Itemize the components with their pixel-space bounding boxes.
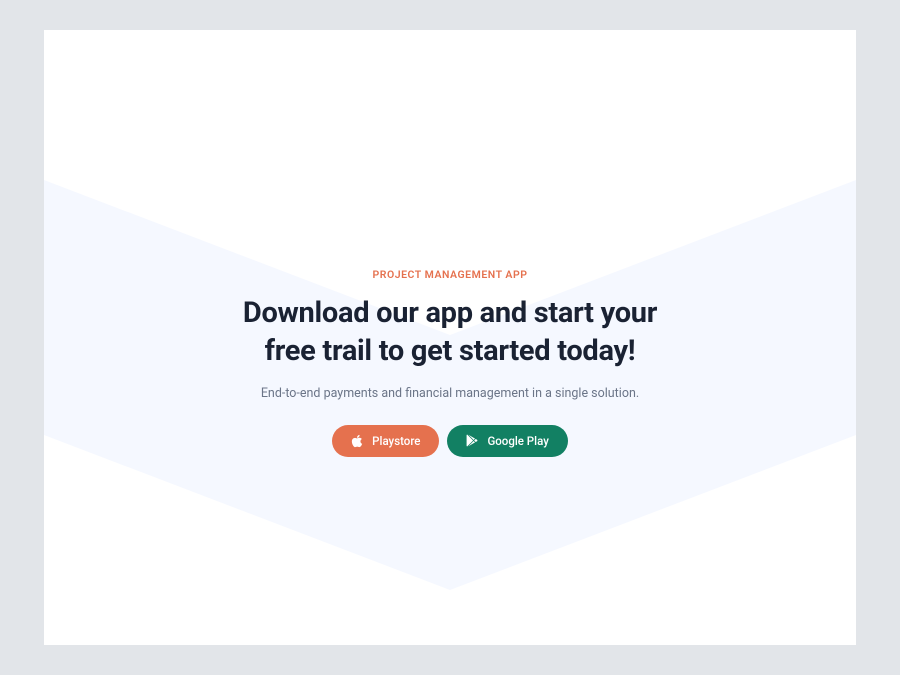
hero-eyebrow: PROJECT MANAGEMENT APP [373, 268, 528, 281]
hero-buttons: Playstore Google Play [332, 425, 568, 457]
hero-content: PROJECT MANAGEMENT APP Download our app … [44, 30, 856, 645]
hero-card: PROJECT MANAGEMENT APP Download our app … [44, 30, 856, 645]
playstore-button-label: Playstore [372, 434, 420, 448]
apple-icon [351, 434, 363, 448]
hero-heading: Download our app and start your free tra… [220, 295, 680, 369]
google-play-icon [466, 434, 478, 447]
hero-subtext: End-to-end payments and financial manage… [261, 386, 639, 401]
googleplay-button[interactable]: Google Play [447, 425, 567, 457]
googleplay-button-label: Google Play [487, 434, 548, 448]
playstore-button[interactable]: Playstore [332, 425, 439, 457]
